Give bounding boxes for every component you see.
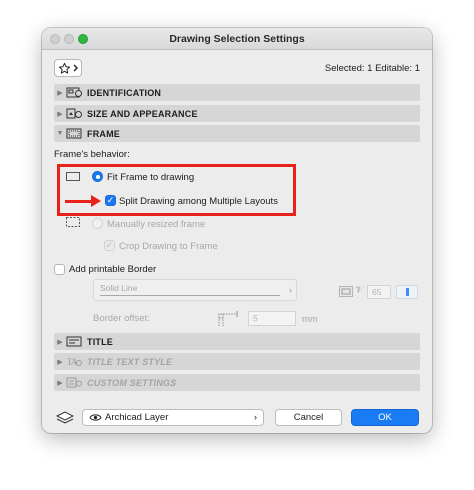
chevron-right-icon: ›	[253, 412, 257, 423]
window-title: Drawing Selection Settings	[169, 33, 305, 45]
frame-icon	[66, 128, 82, 139]
section-label: SIZE AND APPEARANCE	[87, 108, 198, 119]
cancel-button[interactable]: Cancel	[275, 409, 342, 426]
printable-border-checkbox[interactable]	[54, 264, 65, 275]
section-title-text-style[interactable]: ▶ TA TITLE TEXT STYLE	[54, 353, 420, 370]
disclosure-triangle-icon[interactable]: ▶	[54, 358, 66, 366]
border-offset-field[interactable]: 5	[248, 311, 296, 326]
line-type-select[interactable]: Solid Line ›	[93, 279, 297, 301]
disclosure-triangle-icon[interactable]: ▶	[54, 338, 66, 346]
section-identification[interactable]: ▶ IDENTIFICATION	[54, 84, 420, 101]
ok-button[interactable]: OK	[351, 409, 419, 426]
line-type-value: Solid Line	[100, 283, 138, 293]
svg-text:TA: TA	[67, 357, 77, 367]
highlight-box	[57, 164, 296, 216]
section-frame[interactable]: ▼ FRAME	[54, 125, 420, 142]
disclosure-triangle-icon[interactable]: ▶	[54, 110, 66, 118]
section-label: FRAME	[87, 128, 120, 139]
manual-frame-icon	[66, 217, 80, 227]
layer-value: Archicad Layer	[105, 412, 169, 423]
text-style-icon: TA	[67, 357, 82, 367]
star-icon	[58, 62, 70, 74]
highlight-arrow	[65, 200, 93, 203]
section-label: IDENTIFICATION	[87, 87, 162, 98]
border-offset-label: Border offset:	[93, 313, 150, 324]
section-size-and-appearance[interactable]: ▶ SIZE AND APPEARANCE	[54, 105, 420, 122]
crop-drawing-checkbox[interactable]: ✓	[104, 240, 115, 251]
pen-number-field[interactable]: 65	[367, 285, 391, 299]
manual-frame-radio[interactable]	[92, 218, 103, 229]
chevron-right-icon	[73, 64, 78, 72]
chevron-right-icon: ›	[289, 285, 292, 295]
settings-dialog: Drawing Selection Settings Selected: 1 E…	[42, 28, 432, 433]
pen-color-swatch[interactable]	[396, 285, 418, 299]
section-label: CUSTOM SETTINGS	[87, 377, 177, 388]
pen-picker-icon[interactable]	[339, 286, 353, 297]
printable-border-label: Add printable Border	[69, 264, 157, 275]
line-sample	[100, 295, 280, 296]
highlight-arrow-head	[91, 195, 101, 207]
selection-count: Selected: 1 Editable: 1	[324, 63, 420, 74]
frame-behavior-label: Frame's behavior:	[54, 149, 130, 160]
disclosure-triangle-icon[interactable]: ▶	[54, 89, 66, 97]
custom-settings-icon	[66, 377, 82, 388]
layer-select[interactable]: Archicad Layer ›	[82, 409, 264, 426]
identification-icon	[66, 87, 82, 98]
section-title[interactable]: ▶ TITLE	[54, 333, 420, 350]
section-label: TITLE	[87, 336, 113, 347]
manual-frame-label: Manually resized frame	[107, 219, 206, 230]
size-appearance-icon	[66, 108, 82, 119]
title-bar: Drawing Selection Settings	[42, 28, 432, 50]
favorites-button[interactable]	[54, 59, 82, 77]
disclosure-triangle-open-icon[interactable]: ▼	[54, 130, 66, 137]
title-icon	[66, 336, 82, 347]
layers-icon	[56, 411, 74, 424]
pen-icon: 𝒱	[355, 285, 364, 296]
crop-drawing-label: Crop Drawing to Frame	[119, 241, 218, 252]
border-offset-icon	[218, 311, 238, 326]
border-offset-unit: mm	[302, 314, 318, 325]
eye-icon	[89, 414, 102, 421]
section-custom-settings[interactable]: ▶ CUSTOM SETTINGS	[54, 374, 420, 391]
disclosure-triangle-icon[interactable]: ▶	[54, 379, 66, 387]
section-label: TITLE TEXT STYLE	[87, 356, 173, 367]
